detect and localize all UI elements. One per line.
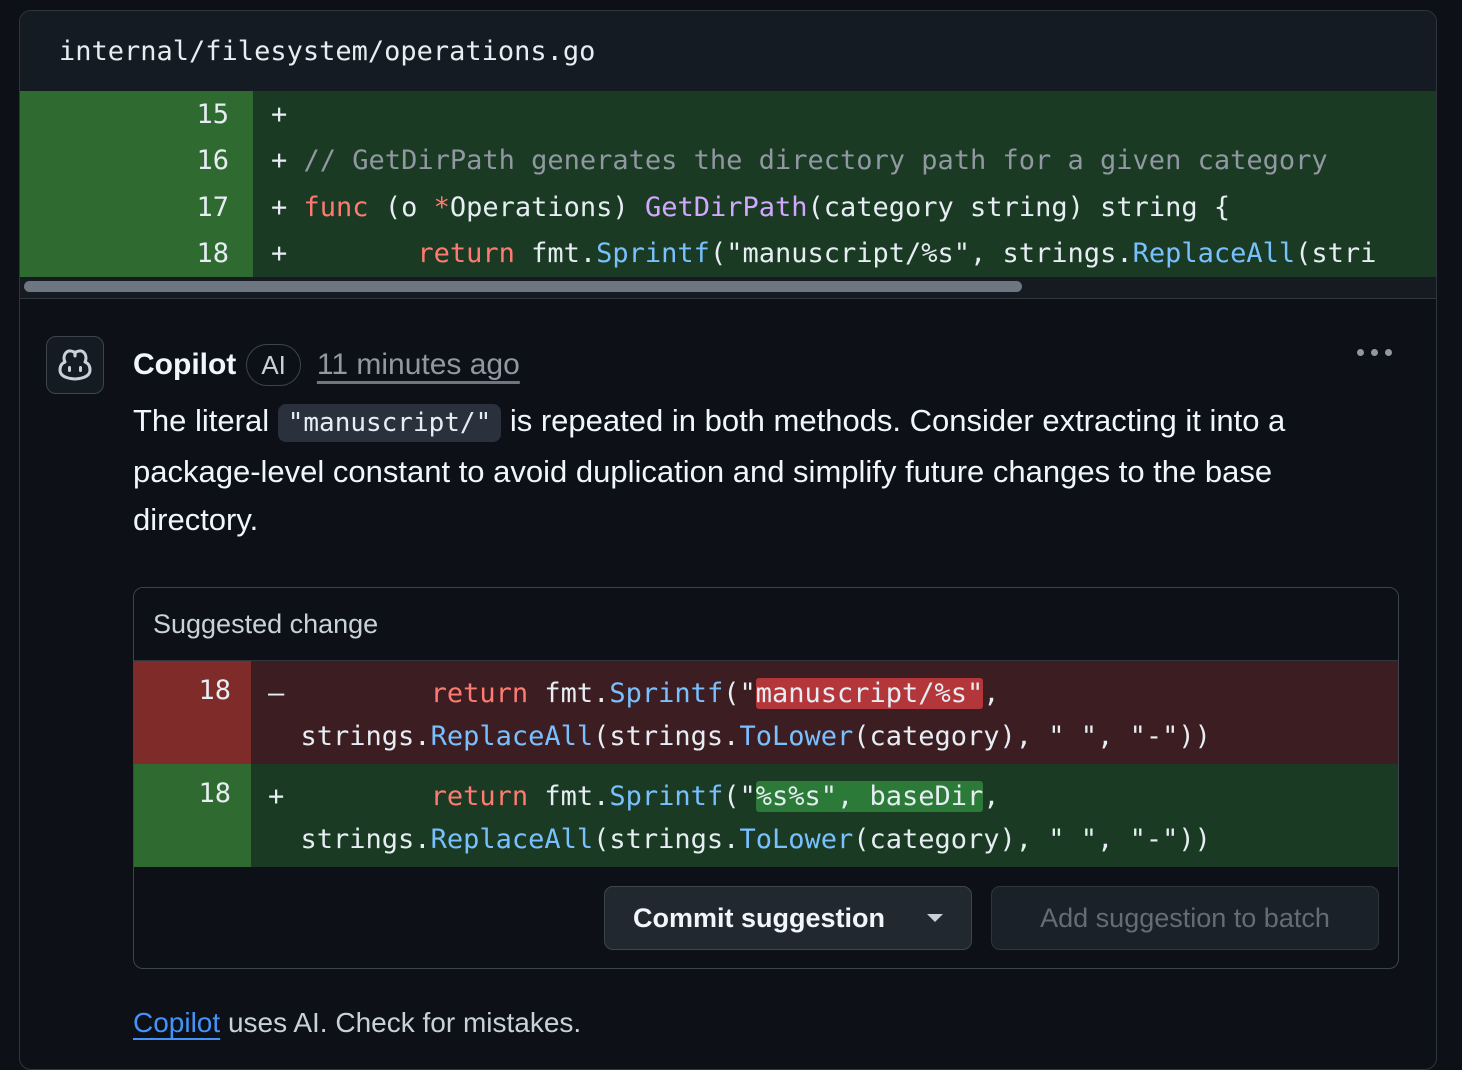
suggestion-actions: Commit suggestion Add suggestion to batc… bbox=[604, 886, 1379, 950]
line-number[interactable]: 15 bbox=[20, 91, 253, 138]
ai-disclaimer: Copilot uses AI. Check for mistakes. bbox=[133, 1007, 582, 1038]
deleted-code: – return fmt.Sprintf("manuscript/%s", st… bbox=[251, 661, 1398, 764]
inline-code: "manuscript/" bbox=[277, 404, 502, 442]
comment-header: Copilot AI 11 minutes ago bbox=[133, 341, 520, 389]
diff-line: 15 + bbox=[20, 91, 1436, 138]
more-options-icon[interactable] bbox=[1357, 349, 1392, 356]
line-code: + // GetDirPath generates the directory … bbox=[253, 137, 1436, 184]
file-path[interactable]: internal/filesystem/operations.go bbox=[59, 36, 595, 67]
file-header: internal/filesystem/operations.go bbox=[20, 11, 1436, 91]
comment: Copilot AI 11 minutes ago The literal "m… bbox=[20, 299, 1436, 1059]
added-code: + return fmt.Sprintf("%s%s", baseDir, st… bbox=[251, 764, 1398, 867]
diff-line: 16 + // GetDirPath generates the director… bbox=[20, 137, 1436, 184]
line-number: 18 bbox=[134, 661, 251, 764]
add-to-batch-button[interactable]: Add suggestion to batch bbox=[991, 886, 1379, 950]
copilot-icon bbox=[58, 349, 92, 381]
line-code: + bbox=[253, 91, 1436, 138]
diff-table: 15 +16 + // GetDirPath generates the direc… bbox=[20, 91, 1436, 277]
comment-timestamp[interactable]: 11 minutes ago bbox=[317, 348, 520, 382]
suggested-change-box: Suggested change 18 – return fmt.Sprintf… bbox=[133, 587, 1399, 969]
review-comment-panel: internal/filesystem/operations.go 15 +16 +… bbox=[19, 10, 1437, 1070]
comment-body: The literal "manuscript/" is repeated in… bbox=[133, 403, 1286, 537]
avatar[interactable] bbox=[46, 336, 104, 394]
line-number[interactable]: 16 bbox=[20, 137, 253, 184]
line-number[interactable]: 17 bbox=[20, 184, 253, 231]
line-code: + func (o * Operations) GetDirPath (catego… bbox=[253, 184, 1436, 231]
diff-line: 18 + return fmt. Sprintf ("manuscript/%s", … bbox=[20, 230, 1436, 277]
suggestion-deleted-line: 18 – return fmt.Sprintf("manuscript/%s",… bbox=[134, 661, 1398, 764]
caret-down-icon bbox=[927, 914, 943, 922]
comment-author[interactable]: Copilot bbox=[133, 348, 236, 382]
ai-badge: AI bbox=[246, 344, 301, 386]
commit-suggestion-button[interactable]: Commit suggestion bbox=[604, 886, 972, 950]
line-number: 18 bbox=[134, 764, 251, 867]
line-code: + return fmt. Sprintf ("manuscript/%s", st… bbox=[253, 230, 1436, 277]
line-number[interactable]: 18 bbox=[20, 230, 253, 277]
diff-line: 17 + func (o * Operations) GetDirPath (cate… bbox=[20, 184, 1436, 231]
suggestion-added-line: 18 + return fmt.Sprintf("%s%s", baseDir,… bbox=[134, 764, 1398, 867]
suggested-change-title: Suggested change bbox=[134, 588, 1398, 661]
copilot-link[interactable]: Copilot bbox=[133, 1007, 220, 1038]
horizontal-scrollbar[interactable] bbox=[20, 277, 1436, 299]
scrollbar-thumb[interactable] bbox=[24, 281, 1022, 292]
